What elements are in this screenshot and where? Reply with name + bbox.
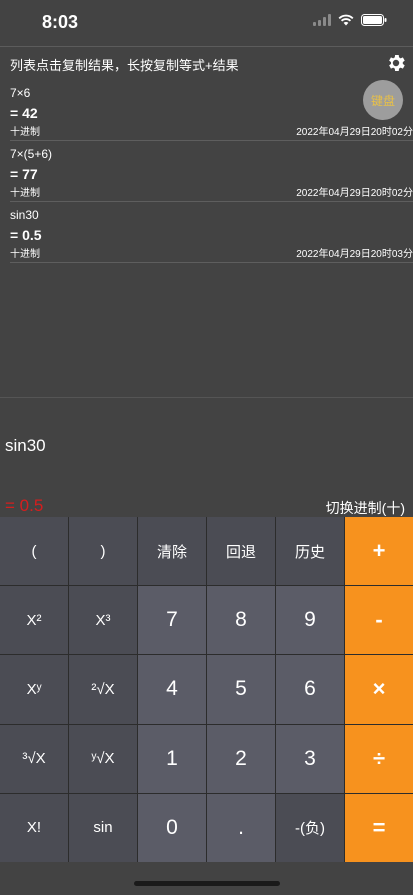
result-display: = 0.5 — [5, 496, 44, 515]
hint-row: 列表点击复制结果，长按复制等式+结果 — [0, 46, 413, 78]
home-indicator[interactable] — [134, 881, 280, 886]
key-subtract[interactable]: - — [345, 586, 413, 655]
history-time: 2022年04月29日20时02分 — [296, 127, 413, 138]
battery-icon — [361, 14, 387, 26]
key-factorial[interactable]: X! — [0, 793, 68, 862]
key-sin[interactable]: sin — [69, 793, 137, 862]
history-expression: sin30 — [10, 208, 39, 222]
key-negate[interactable]: -(负) — [276, 793, 344, 862]
expression-display: sin30 — [5, 436, 46, 455]
key-5[interactable]: 5 — [207, 655, 275, 724]
key-nth-root[interactable]: ʸ√X — [69, 724, 137, 793]
status-bar: 8:03 — [0, 0, 413, 44]
key-backspace[interactable]: 回退 — [207, 517, 275, 586]
key-square[interactable]: X² — [0, 586, 68, 655]
history-item[interactable]: 7×6 = 42 十进制 2022年04月29日20时02分 — [10, 80, 413, 141]
key-square-root[interactable]: ²√X — [69, 655, 137, 724]
status-icons — [313, 14, 387, 26]
gear-icon[interactable] — [385, 52, 407, 74]
key-8[interactable]: 8 — [207, 586, 275, 655]
key-3[interactable]: 3 — [276, 724, 344, 793]
key-6[interactable]: 6 — [276, 655, 344, 724]
history-base: 十进制 — [10, 127, 40, 138]
history-result: = 77 — [10, 166, 38, 182]
history-expression: 7×6 — [10, 86, 31, 100]
history-base: 十进制 — [10, 249, 40, 260]
key-cube-root[interactable]: ³√X — [0, 724, 68, 793]
key-divide[interactable]: ÷ — [345, 724, 413, 793]
signal-icon — [313, 14, 331, 26]
key-1[interactable]: 1 — [138, 724, 206, 793]
key-clear[interactable]: 清除 — [138, 517, 206, 586]
key-decimal[interactable]: . — [207, 793, 275, 862]
key-multiply[interactable]: × — [345, 655, 413, 724]
history-item[interactable]: 7×(5+6) = 77 十进制 2022年04月29日20时02分 — [10, 141, 413, 202]
hint-text: 列表点击复制结果，长按复制等式+结果 — [10, 58, 239, 73]
key-7[interactable]: 7 — [138, 586, 206, 655]
history-base: 十进制 — [10, 188, 40, 199]
key-history[interactable]: 历史 — [276, 517, 344, 586]
key-equals[interactable]: = — [345, 793, 413, 862]
key-cube[interactable]: X³ — [69, 586, 137, 655]
history-expression: 7×(5+6) — [10, 147, 53, 161]
divider — [0, 397, 413, 398]
key-4[interactable]: 4 — [138, 655, 206, 724]
key-2[interactable]: 2 — [207, 724, 275, 793]
history-result: = 42 — [10, 105, 38, 121]
key-add[interactable]: + — [345, 517, 413, 586]
history-item[interactable]: sin30 = 0.5 十进制 2022年04月29日20时03分 — [10, 202, 413, 263]
wifi-icon — [338, 14, 354, 26]
history-result: = 0.5 — [10, 227, 42, 243]
key-open-paren[interactable]: ( — [0, 517, 68, 586]
history-time: 2022年04月29日20时02分 — [296, 188, 413, 199]
keyboard-toggle-button[interactable]: 键盘 — [363, 80, 403, 120]
bottom-area — [0, 862, 413, 895]
key-close-paren[interactable]: ) — [69, 517, 137, 586]
key-0[interactable]: 0 — [138, 793, 206, 862]
keypad: ( ) 清除 回退 历史 + X² X³ 7 8 9 - Xʸ ²√X 4 5 … — [0, 517, 413, 862]
history-list: 7×6 = 42 十进制 2022年04月29日20时02分 7×(5+6) =… — [0, 80, 413, 263]
key-power[interactable]: Xʸ — [0, 655, 68, 724]
status-time: 8:03 — [42, 12, 79, 32]
history-time: 2022年04月29日20时03分 — [296, 249, 413, 260]
base-toggle-button[interactable]: 切换进制(十) — [326, 498, 405, 518]
key-9[interactable]: 9 — [276, 586, 344, 655]
